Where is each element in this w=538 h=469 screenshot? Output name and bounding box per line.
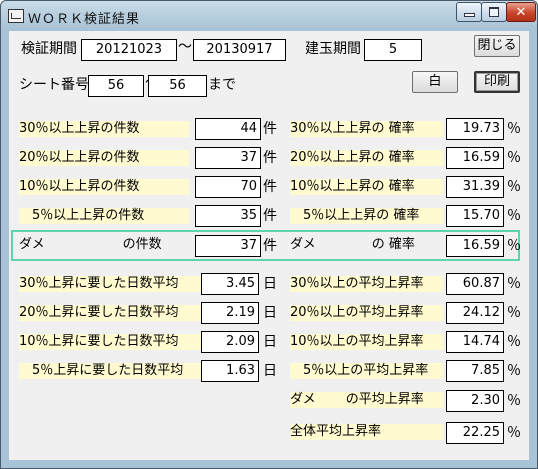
rate-unit-dame: ％ — [507, 238, 521, 254]
maximize-button[interactable] — [481, 2, 507, 22]
rate-label-30: 30％以上上昇の 確率 — [290, 121, 443, 137]
count-label-20: 20％以上上昇の件数 — [19, 150, 189, 166]
avg-rise-field-30[interactable]: 60.87 — [446, 273, 504, 295]
overall-avg-rise-field[interactable]: 22.25 — [446, 422, 504, 444]
count-field-5[interactable]: 35 — [195, 205, 261, 227]
rate-label-10: 10％以上上昇の 確率 — [290, 179, 443, 195]
avg-rise-unit-10: ％ — [507, 334, 521, 350]
sheet-number-label: シート番号 — [19, 77, 89, 93]
rate-field-30[interactable]: 19.73 — [446, 118, 504, 140]
avg-rise-field-20[interactable]: 24.12 — [446, 302, 504, 324]
avg-rise-unit-20: ％ — [507, 305, 521, 321]
overall-avg-rise-unit: ％ — [507, 425, 521, 441]
count-field-30[interactable]: 44 — [195, 118, 261, 140]
count-field-10[interactable]: 70 — [195, 176, 261, 198]
days-field-5[interactable]: 1.63 — [201, 360, 259, 382]
rate-unit-10: ％ — [507, 179, 521, 195]
title-bar[interactable]: ＷＯＲＫ検証結果 ✕ — [1, 1, 537, 31]
avg-rise-label-30: 30％以上の平均上昇率 — [290, 276, 443, 292]
period-tilde: 〜 — [178, 39, 192, 55]
rate-unit-20: ％ — [507, 150, 521, 166]
count-unit-dame: 件 — [263, 238, 277, 254]
close-button[interactable]: 閉じる — [474, 35, 520, 57]
rate-label-5: 5％以上上昇の 確率 — [290, 208, 443, 224]
sheet-start-field[interactable]: 56 — [88, 75, 144, 97]
overall-avg-rise-label: 全体平均上昇率 — [290, 424, 443, 440]
count-unit-5: 件 — [263, 208, 277, 224]
count-field-dame[interactable]: 37 — [195, 235, 261, 257]
rate-label-20: 20％以上上昇の 確率 — [290, 150, 443, 166]
rate-field-dame[interactable]: 16.59 — [446, 235, 504, 257]
maximize-icon — [489, 7, 499, 17]
days-unit-5: 日 — [263, 363, 277, 379]
period-end-field[interactable]: 20130917 — [193, 39, 286, 61]
count-label-30: 30％以上上昇の件数 — [19, 121, 189, 137]
sheet-suffix-label: まで — [208, 77, 236, 93]
avg-rise-label-dame: ダメ の平均上昇率 — [290, 392, 443, 408]
client-area: 検証期間 20121023 〜 20130917 建玉期間 5 閉じる シート番… — [9, 31, 529, 460]
avg-rise-label-5: 5％以上の平均上昇率 — [290, 363, 443, 379]
chart-app-icon — [8, 9, 24, 23]
days-field-20[interactable]: 2.19 — [201, 302, 259, 324]
days-unit-20: 日 — [263, 305, 277, 321]
days-label-10: 10％上昇に要した日数平均 — [19, 334, 201, 350]
holding-period-label: 建玉期間 — [305, 41, 361, 57]
rate-label-dame: ダメ の 確率 — [290, 237, 415, 252]
avg-rise-label-20: 20％以上の平均上昇率 — [290, 305, 443, 321]
avg-rise-label-10: 10％以上の平均上昇率 — [290, 334, 443, 350]
days-unit-30: 日 — [263, 276, 277, 292]
count-unit-20: 件 — [263, 150, 277, 166]
minimize-button[interactable] — [456, 2, 482, 22]
rate-unit-5: ％ — [507, 208, 521, 224]
close-icon: ✕ — [515, 4, 527, 20]
close-window-button[interactable]: ✕ — [506, 2, 536, 22]
days-label-30: 30％上昇に要した日数平均 — [19, 276, 201, 292]
avg-rise-field-dame[interactable]: 2.30 — [446, 390, 504, 412]
avg-rise-unit-dame: ％ — [507, 393, 521, 409]
period-start-field[interactable]: 20121023 — [81, 39, 177, 61]
days-unit-10: 日 — [263, 334, 277, 350]
sheet-end-field[interactable]: 56 — [148, 75, 207, 97]
rate-unit-30: ％ — [507, 121, 521, 137]
avg-rise-unit-5: ％ — [507, 363, 521, 379]
count-label-10: 10％以上上昇の件数 — [19, 179, 189, 195]
days-label-20: 20％上昇に要した日数平均 — [19, 305, 201, 321]
count-unit-10: 件 — [263, 179, 277, 195]
rate-field-5[interactable]: 15.70 — [446, 205, 504, 227]
days-field-10[interactable]: 2.09 — [201, 331, 259, 353]
minimize-icon — [463, 13, 475, 17]
days-label-5: 5％上昇に要した日数平均 — [19, 363, 201, 379]
period-label: 検証期間 — [21, 41, 77, 57]
count-label-5: 5％以上上昇の件数 — [19, 208, 189, 224]
count-field-20[interactable]: 37 — [195, 147, 261, 169]
holding-period-field[interactable]: 5 — [364, 39, 422, 61]
window-title: ＷＯＲＫ検証結果 — [28, 12, 141, 27]
count-label-dame: ダメ の件数 — [19, 237, 162, 252]
rate-field-20[interactable]: 16.59 — [446, 147, 504, 169]
avg-rise-unit-30: ％ — [507, 276, 521, 292]
print-button[interactable]: 印刷 — [474, 71, 520, 93]
count-unit-30: 件 — [263, 121, 277, 137]
white-button[interactable]: 白 — [412, 71, 458, 93]
days-field-30[interactable]: 3.45 — [201, 273, 259, 295]
avg-rise-field-10[interactable]: 14.74 — [446, 331, 504, 353]
avg-rise-field-5[interactable]: 7.85 — [446, 360, 504, 382]
rate-field-10[interactable]: 31.39 — [446, 176, 504, 198]
results-window: ＷＯＲＫ検証結果 ✕ 検証期間 20121023 〜 20130917 建玉期間… — [0, 0, 538, 469]
